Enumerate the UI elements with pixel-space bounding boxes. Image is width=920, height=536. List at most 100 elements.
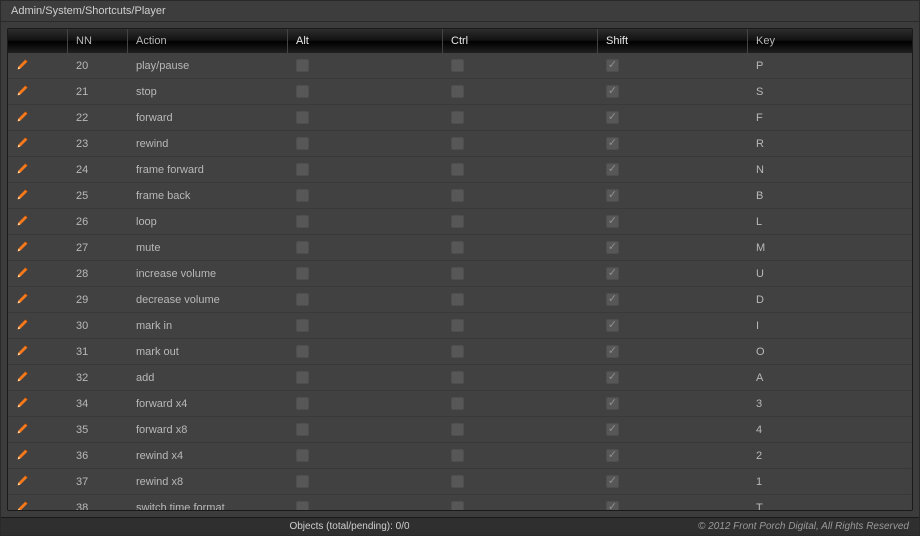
ctrl-checkbox[interactable] [451,319,464,332]
shift-checkbox[interactable] [606,423,619,436]
pencil-icon[interactable] [16,499,30,510]
table-row[interactable]: 26loopL [8,209,912,235]
shift-checkbox[interactable] [606,111,619,124]
shift-checkbox[interactable] [606,449,619,462]
shift-checkbox[interactable] [606,501,619,510]
table-row[interactable]: 34forward x43 [8,391,912,417]
shift-checkbox[interactable] [606,85,619,98]
ctrl-checkbox[interactable] [451,449,464,462]
table-row[interactable]: 27muteM [8,235,912,261]
alt-checkbox[interactable] [296,111,309,124]
alt-checkbox[interactable] [296,189,309,202]
table-row[interactable]: 24frame forwardN [8,157,912,183]
shift-checkbox[interactable] [606,215,619,228]
ctrl-checkbox[interactable] [451,267,464,280]
ctrl-checkbox[interactable] [451,423,464,436]
shift-checkbox[interactable] [606,475,619,488]
alt-checkbox[interactable] [296,137,309,150]
table-row[interactable]: 31mark outO [8,339,912,365]
table-row[interactable]: 20play/pauseP [8,53,912,79]
shift-checkbox[interactable] [606,137,619,150]
table-row[interactable]: 36rewind x42 [8,443,912,469]
alt-checkbox[interactable] [296,371,309,384]
pencil-icon[interactable] [16,395,30,412]
ctrl-checkbox[interactable] [451,345,464,358]
pencil-icon[interactable] [16,317,30,334]
column-header-shift[interactable]: Shift [598,29,748,53]
shift-checkbox[interactable] [606,293,619,306]
table-row[interactable]: 38switch time formatT [8,495,912,510]
ctrl-checkbox[interactable] [451,163,464,176]
shift-checkbox[interactable] [606,267,619,280]
column-header-alt[interactable]: Alt [288,29,443,53]
pencil-icon[interactable] [16,161,30,178]
shift-checkbox[interactable] [606,397,619,410]
table-row[interactable]: 28increase volumeU [8,261,912,287]
pencil-icon[interactable] [16,109,30,126]
pencil-icon[interactable] [16,369,30,386]
alt-checkbox[interactable] [296,345,309,358]
table-row[interactable]: 29decrease volumeD [8,287,912,313]
ctrl-checkbox[interactable] [451,85,464,98]
alt-checkbox[interactable] [296,423,309,436]
shift-checkbox[interactable] [606,59,619,72]
pencil-icon[interactable] [16,447,30,464]
ctrl-checkbox[interactable] [451,501,464,510]
table-row[interactable]: 32addA [8,365,912,391]
table-row[interactable]: 25frame backB [8,183,912,209]
action-value: forward x8 [136,424,187,436]
ctrl-checkbox[interactable] [451,241,464,254]
pencil-icon[interactable] [16,239,30,256]
table-row[interactable]: 30mark inI [8,313,912,339]
table-row[interactable]: 23rewindR [8,131,912,157]
column-header-action[interactable]: Action [128,29,288,53]
alt-checkbox[interactable] [296,501,309,510]
alt-checkbox[interactable] [296,267,309,280]
alt-checkbox[interactable] [296,319,309,332]
ctrl-checkbox[interactable] [451,371,464,384]
pencil-icon[interactable] [16,343,30,360]
alt-checkbox[interactable] [296,475,309,488]
alt-checkbox[interactable] [296,293,309,306]
column-header-key[interactable]: Key [748,29,912,53]
alt-checkbox[interactable] [296,241,309,254]
key-value: 3 [756,398,762,410]
table-row[interactable]: 21stopS [8,79,912,105]
ctrl-checkbox[interactable] [451,215,464,228]
alt-checkbox[interactable] [296,397,309,410]
ctrl-checkbox[interactable] [451,189,464,202]
alt-checkbox[interactable] [296,59,309,72]
shift-checkbox[interactable] [606,371,619,384]
ctrl-checkbox[interactable] [451,59,464,72]
pencil-icon[interactable] [16,421,30,438]
pencil-icon[interactable] [16,291,30,308]
table-row[interactable]: 37rewind x81 [8,469,912,495]
ctrl-checkbox[interactable] [451,137,464,150]
ctrl-checkbox[interactable] [451,397,464,410]
shift-checkbox[interactable] [606,241,619,254]
alt-checkbox[interactable] [296,449,309,462]
pencil-icon[interactable] [16,213,30,230]
pencil-icon[interactable] [16,187,30,204]
pencil-icon[interactable] [16,473,30,490]
ctrl-checkbox[interactable] [451,111,464,124]
ctrl-checkbox[interactable] [451,475,464,488]
shift-checkbox[interactable] [606,319,619,332]
ctrl-checkbox[interactable] [451,293,464,306]
table-row[interactable]: 22forwardF [8,105,912,131]
shift-checkbox[interactable] [606,189,619,202]
shift-checkbox[interactable] [606,345,619,358]
column-header-edit[interactable] [8,29,68,53]
alt-checkbox[interactable] [296,85,309,98]
pencil-icon[interactable] [16,265,30,282]
table-row[interactable]: 35forward x84 [8,417,912,443]
alt-checkbox[interactable] [296,163,309,176]
pencil-icon[interactable] [16,83,30,100]
alt-checkbox[interactable] [296,215,309,228]
pencil-icon[interactable] [16,57,30,74]
pencil-icon[interactable] [16,135,30,152]
table-body[interactable]: 20play/pauseP 21stopS 22forwardF 23rewin… [8,53,912,510]
column-header-nn[interactable]: NN [68,29,128,53]
column-header-ctrl[interactable]: Ctrl [443,29,598,53]
shift-checkbox[interactable] [606,163,619,176]
